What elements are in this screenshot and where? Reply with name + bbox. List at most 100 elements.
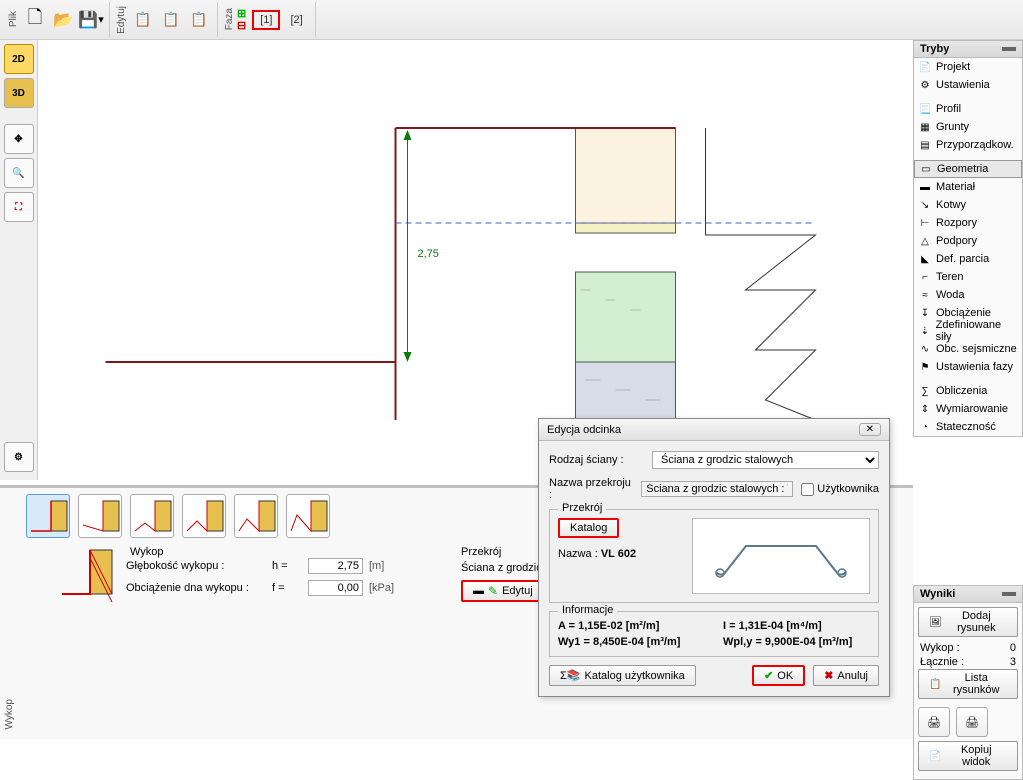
geometry-thumb-4[interactable] [182, 494, 226, 538]
depth-input[interactable] [308, 558, 363, 574]
edit-segment-dialog: Edycja odcinka ✕ Rodzaj ściany : Ściana … [538, 418, 890, 697]
drawing-list-button[interactable]: 📋 Lista rysunków [918, 669, 1018, 699]
mode-item-woda[interactable]: ≈Woda [914, 286, 1022, 304]
mode-item-geometria[interactable]: ▭Geometria [914, 160, 1022, 178]
mode-icon: ⌐ [918, 270, 932, 284]
new-file-button[interactable] [21, 5, 49, 35]
mode-item-obcsejsmiczne[interactable]: ∿Obc. sejsmiczne [914, 340, 1022, 358]
phase-2-tab[interactable]: [2] [284, 12, 308, 28]
geometry-thumb-5[interactable] [234, 494, 278, 538]
profile-preview [692, 518, 870, 594]
mode-icon: 📄 [918, 60, 932, 74]
dialog-title: Edycja odcinka [547, 424, 621, 436]
geometry-thumb-2[interactable] [78, 494, 122, 538]
mode-icon: ⚑ [918, 360, 932, 374]
zoom-button[interactable]: 🔍 [4, 158, 34, 188]
geometry-thumb-3[interactable] [130, 494, 174, 538]
save-file-button[interactable]: ▾ [77, 5, 105, 35]
close-icon[interactable]: ✕ [859, 423, 881, 436]
print-color-button[interactable]: 🖨 [956, 707, 988, 737]
drawing-canvas[interactable]: 2,75 [38, 40, 913, 480]
user-checkbox[interactable] [801, 483, 814, 496]
settings-button[interactable]: ⚙ [4, 442, 34, 472]
left-toolbar: 2D 3D ✥ 🔍 ⛶ ⚙ [0, 40, 38, 480]
mode-item-projekt[interactable]: 📄Projekt [914, 58, 1022, 76]
clipboard-icon [134, 11, 151, 28]
print-bw-button[interactable]: 🖨 [918, 707, 950, 737]
minimize-icon[interactable] [1002, 592, 1016, 596]
mode-item-teren[interactable]: ⌐Teren [914, 268, 1022, 286]
mode-item-ustawienia[interactable]: ⚙Ustawienia [914, 76, 1022, 94]
geometry-thumb-1[interactable] [26, 494, 70, 538]
load-input[interactable] [308, 580, 363, 596]
load-label: Obciążenie dna wykopu : [126, 582, 266, 594]
mode-icon: ∿ [918, 342, 932, 356]
modes-title: Tryby [920, 43, 949, 55]
x-icon: ✖ [824, 669, 833, 682]
mode-item-rozpory[interactable]: ⊢Rozpory [914, 214, 1022, 232]
mode-item-obliczenia[interactable]: ∑Obliczenia [914, 382, 1022, 400]
wykop-fieldset: Wykop Głębokość wykopu : h = [m] Obciąże… [126, 546, 401, 596]
mode-icon: ◣ [918, 252, 932, 266]
profile-name: VL 602 [601, 548, 636, 560]
mode-item-wymiarowanie[interactable]: ⇕Wymiarowanie [914, 400, 1022, 418]
dim-label: 2,75 [418, 248, 439, 260]
copy-view-button[interactable]: 📄 Kopiuj widok [918, 741, 1018, 771]
user-catalog-button[interactable]: Σ📚Katalog użytkownika [549, 665, 696, 686]
open-file-button[interactable] [49, 5, 77, 35]
pan-button[interactable]: ✥ [4, 124, 34, 154]
depth-label: Głębokość wykopu : [126, 560, 266, 572]
cancel-button[interactable]: ✖Anuluj [813, 665, 879, 686]
view-3d-button[interactable]: 3D [4, 78, 34, 108]
phase-group-label: Faza [222, 8, 237, 30]
catalog-button[interactable]: Katalog [558, 518, 619, 538]
wall-type-select[interactable]: Ściana z grodzic stalowych [652, 451, 879, 469]
mode-item-ustawieniafazy[interactable]: ⚑Ustawienia fazy [914, 358, 1022, 376]
mode-icon: △ [918, 234, 932, 248]
mode-item-materia[interactable]: ▬Materiał [914, 178, 1022, 196]
mode-item-profil[interactable]: 📃Profil [914, 100, 1022, 118]
section-name-input [641, 481, 793, 497]
remove-phase-icon[interactable]: ⊟ [237, 20, 246, 32]
results-panel: Wyniki 🖼 Dodaj rysunek Wykop :0 Łącznie … [913, 585, 1023, 780]
paste-button[interactable] [157, 5, 185, 35]
mode-icon: ≈ [918, 288, 932, 302]
mode-item-podpory[interactable]: △Podpory [914, 232, 1022, 250]
save-icon [78, 10, 98, 30]
mode-item-przyporzdkow[interactable]: ▤Przyporządkow. [914, 136, 1022, 154]
file-group-label: Plik [6, 11, 21, 27]
geometry-thumb-6[interactable] [286, 494, 330, 538]
add-phase-icon[interactable]: ⊞ [237, 8, 246, 20]
modes-header: Tryby [913, 40, 1023, 58]
mode-icon: ⇕ [918, 402, 932, 416]
mode-icon: ⇣ [918, 324, 932, 338]
clipboard-icon [162, 11, 179, 28]
pencil-icon: ✎ [488, 584, 498, 598]
edit-group-label: Edytuj [114, 6, 129, 34]
check-icon: ✔ [764, 669, 773, 682]
bottom-tab-label: Wykop [4, 699, 15, 729]
user-checkbox-label[interactable]: Użytkownika [801, 483, 879, 496]
paste-special-button[interactable] [185, 5, 213, 35]
open-folder-icon [53, 10, 73, 30]
mode-icon: 📃 [918, 102, 932, 116]
phase-1-tab[interactable]: [1] [252, 10, 280, 30]
mode-item-stateczno[interactable]: ◔Stateczność [914, 418, 1022, 436]
ok-button[interactable]: ✔OK [752, 665, 805, 686]
mode-icon: ↘ [918, 198, 932, 212]
minimize-icon[interactable] [1002, 47, 1016, 51]
wall-preview-icon [60, 546, 116, 602]
mode-item-kotwy[interactable]: ↘Kotwy [914, 196, 1022, 214]
mode-item-zdefiniowanesiy[interactable]: ⇣Zdefiniowane siły [914, 322, 1022, 340]
wall-type-label: Rodzaj ściany : [549, 454, 644, 466]
results-title: Wyniki [920, 588, 955, 600]
copy-button[interactable] [129, 5, 157, 35]
add-drawing-button[interactable]: 🖼 Dodaj rysunek [918, 607, 1018, 637]
mode-item-grunty[interactable]: ▦Grunty [914, 118, 1022, 136]
fit-button[interactable]: ⛶ [4, 192, 34, 222]
mode-item-defparcia[interactable]: ◣Def. parcia [914, 250, 1022, 268]
view-2d-button[interactable]: 2D [4, 44, 34, 74]
mode-icon: ▬ [918, 180, 932, 194]
edit-section-button[interactable]: ▬✎Edytuj [461, 580, 545, 602]
top-toolbar: Plik ▾ Edytuj Faza ⊞ ⊟ [1] [2] [0, 0, 1023, 40]
